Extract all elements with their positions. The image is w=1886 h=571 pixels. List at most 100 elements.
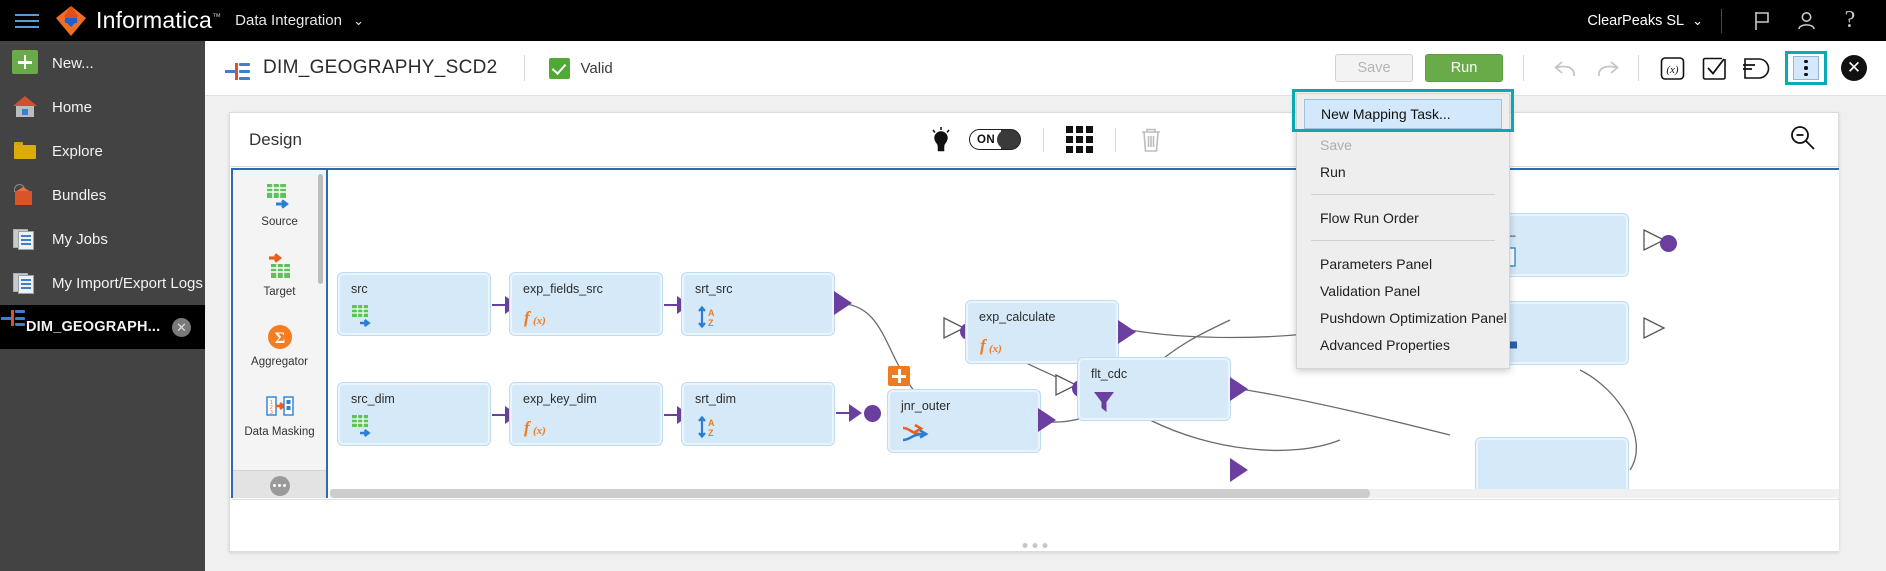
close-tab-icon[interactable]: ✕	[172, 317, 191, 337]
panel-resize-handle[interactable]	[1022, 543, 1048, 548]
svg-text:f: f	[524, 418, 532, 437]
checkbox-check-icon[interactable]	[1693, 51, 1735, 85]
document-arrow-icon[interactable]	[1735, 51, 1777, 85]
run-button[interactable]: Run	[1425, 54, 1503, 82]
node-exp-fields-src[interactable]: exp_fields_src f (x)	[510, 273, 662, 335]
product-label: Data Integration	[235, 12, 342, 29]
org-label: ClearPeaks SL	[1587, 12, 1685, 29]
source-table-icon	[352, 415, 378, 439]
design-divider	[1042, 127, 1044, 152]
node-src-dim[interactable]: src_dim	[338, 383, 490, 445]
node-label: exp_fields_src	[523, 282, 603, 296]
menu-item-new-mapping-task[interactable]: New Mapping Task...	[1304, 99, 1502, 129]
node-flt-cdc[interactable]: flt_cdc	[1078, 358, 1230, 420]
topbar-divider	[1721, 8, 1722, 33]
zoom-out-icon[interactable]	[1789, 124, 1816, 156]
sidebar-item-label: New...	[52, 54, 94, 72]
node-label: exp_key_dim	[523, 392, 597, 406]
logs-icon	[12, 270, 38, 296]
mapping-canvas[interactable]: Source Target Σ Aggregator 1 2 3 Data Ma…	[231, 168, 1839, 498]
node-srt-dim[interactable]: srt_dim A Z	[682, 383, 834, 445]
green-check-icon	[548, 57, 570, 79]
sidebar-item-bundles[interactable]: Bundles	[0, 173, 205, 217]
connector-arrow	[1118, 320, 1136, 344]
palette-more-button[interactable]	[233, 470, 326, 498]
connector-arrow	[1230, 377, 1248, 401]
user-icon[interactable]	[1784, 0, 1828, 41]
product-selector[interactable]: Data Integration ⌄	[235, 12, 364, 29]
toggle-switch[interactable]: ON	[968, 129, 1021, 150]
flag-icon[interactable]	[1740, 0, 1784, 41]
connector-arrow	[836, 404, 881, 422]
sidebar-item-dim-geography[interactable]: DIM_GEOGRAPH... ✕	[0, 305, 205, 349]
menu-item-advanced-properties[interactable]: Advanced Properties	[1297, 331, 1509, 358]
svg-text:(x): (x)	[1666, 64, 1679, 76]
palette-item-source[interactable]: Source	[233, 170, 326, 240]
design-panel-footer	[231, 499, 1839, 551]
palette-item-data-masking[interactable]: 1 2 3 Data Masking	[233, 380, 326, 450]
toolbar-divider	[1638, 55, 1639, 81]
svg-text:Z: Z	[708, 318, 714, 328]
redo-arrow-icon[interactable]	[1586, 51, 1628, 85]
source-table-icon	[352, 305, 378, 329]
sidebar-item-import-export-logs[interactable]: My Import/Export Logs	[0, 261, 205, 305]
main-content: DIM_GEOGRAPHY_SCD2 Valid Save Run (x) ✕ …	[205, 41, 1886, 571]
menu-item-save[interactable]: Save	[1297, 131, 1509, 158]
palette-item-aggregator[interactable]: Σ Aggregator	[233, 310, 326, 380]
svg-text:3: 3	[270, 410, 273, 416]
menu-item-flow-run-order[interactable]: Flow Run Order	[1297, 204, 1509, 231]
save-button[interactable]: Save	[1335, 54, 1413, 82]
sidebar-item-label: Bundles	[52, 186, 107, 204]
fx-icon: f (x)	[524, 415, 550, 439]
menu-item-parameters-panel[interactable]: Parameters Panel	[1297, 250, 1509, 277]
close-x-icon[interactable]: ✕	[1841, 55, 1867, 81]
sort-az-icon: A Z	[696, 415, 722, 439]
palette-item-label: Aggregator	[251, 355, 308, 368]
plus-icon	[12, 50, 38, 76]
design-title: Design	[249, 129, 302, 149]
palette-item-target[interactable]: Target	[233, 240, 326, 310]
canvas-hscrollbar-thumb[interactable]	[330, 489, 1370, 498]
org-selector[interactable]: ClearPeaks SL ⌄	[1587, 13, 1703, 29]
sidebar-item-my-jobs[interactable]: My Jobs	[0, 217, 205, 261]
connector-arrow	[1038, 408, 1056, 432]
sidebar-item-explore[interactable]: Explore	[0, 129, 205, 173]
menu-item-run[interactable]: Run	[1297, 158, 1509, 185]
node-label: src	[351, 282, 368, 296]
menu-divider	[1311, 240, 1495, 241]
formula-fx-icon[interactable]: (x)	[1651, 51, 1693, 85]
connector-arrow	[834, 291, 852, 315]
help-glyph: ?	[1844, 7, 1856, 33]
target-table-icon	[265, 252, 295, 281]
help-icon[interactable]: ?	[1828, 0, 1872, 41]
hamburger-menu-icon[interactable]	[0, 13, 54, 28]
chevron-down-icon: ⌄	[353, 13, 364, 28]
joiner-icon	[902, 422, 929, 446]
node-srt-src[interactable]: srt_src A Z	[682, 273, 834, 335]
undo-arrow-icon[interactable]	[1544, 51, 1586, 85]
fx-icon: f (x)	[524, 305, 550, 329]
svg-text:A: A	[708, 418, 715, 428]
grid-layout-icon[interactable]	[1065, 126, 1093, 153]
node-exp-calculate[interactable]: exp_calculate f (x)	[966, 301, 1118, 363]
lightbulb-icon[interactable]	[927, 125, 955, 155]
menu-item-pushdown-optimization-panel[interactable]: Pushdown Optimization Panel	[1297, 304, 1509, 331]
svg-text:f: f	[524, 308, 532, 327]
more-options-button[interactable]	[1785, 51, 1827, 85]
node-label: srt_dim	[695, 392, 736, 406]
design-panel: Design ON Source Target Σ Aggregator 1 2…	[229, 112, 1839, 552]
node-exp-key-dim[interactable]: exp_key_dim f (x)	[510, 383, 662, 445]
node-jnr-outer[interactable]: jnr_outer	[888, 390, 1040, 452]
sidebar-item-home[interactable]: Home	[0, 85, 205, 129]
home-icon	[12, 94, 38, 120]
top-navigation-bar: Informatica™ Data Integration ⌄ ClearPea…	[0, 0, 1886, 41]
filter-funnel-icon	[1092, 390, 1118, 414]
palette-item-label: Target	[263, 285, 296, 298]
sidebar-item-label: Explore	[52, 142, 103, 160]
palette-scrollbar[interactable]	[318, 174, 323, 284]
svg-text:Σ: Σ	[274, 330, 284, 347]
menu-item-validation-panel[interactable]: Validation Panel	[1297, 277, 1509, 304]
trash-icon[interactable]	[1138, 126, 1164, 154]
sidebar-item-new[interactable]: New...	[0, 41, 205, 85]
node-src[interactable]: src	[338, 273, 490, 335]
